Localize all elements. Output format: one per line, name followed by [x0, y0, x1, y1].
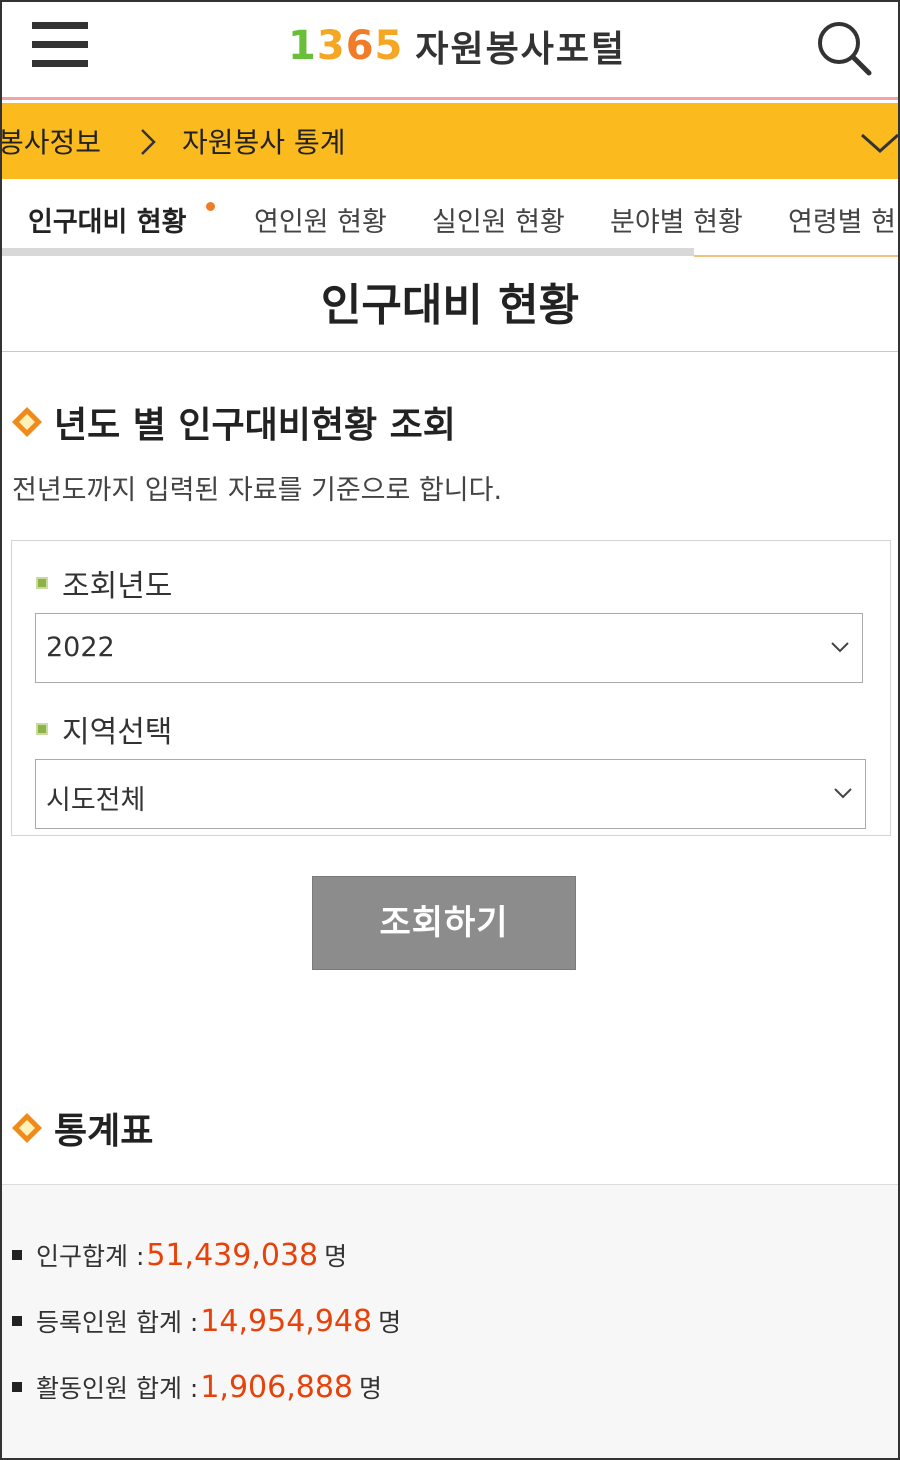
square-bullet-icon: [12, 1316, 22, 1326]
square-bullet-icon: [36, 723, 48, 735]
tab-scrollbar[interactable]: [0, 248, 694, 256]
year-select[interactable]: 2022: [35, 613, 863, 683]
stat-row-registered: 등록인원 합계 : 14,954,948 명: [12, 1303, 401, 1339]
stat-unit: 명: [378, 1308, 402, 1337]
stats-tab-bar: 인구대비 현황 연인원 현황 실인원 현황 분야별 현황 연령별 현: [0, 180, 900, 258]
chevron-down-icon: [834, 788, 852, 799]
region-select[interactable]: 시도전체: [35, 759, 866, 829]
search-submit-button[interactable]: 조회하기: [312, 876, 576, 970]
tab-actual-persons[interactable]: 실인원 현황: [432, 200, 565, 239]
stat-value: 14,954,948: [200, 1304, 373, 1339]
stat-label: 활동인원 합계 :: [36, 1374, 199, 1403]
square-bullet-icon: [36, 577, 48, 589]
breadcrumb-parent[interactable]: 봉사정보: [0, 121, 101, 161]
chevron-right-icon: [136, 127, 160, 157]
region-field-label: 지역선택: [36, 707, 172, 751]
top-header: 1365 자원봉사포털: [0, 0, 900, 100]
site-logo[interactable]: 1365 자원봉사포털: [288, 18, 626, 74]
stat-unit: 명: [324, 1242, 348, 1271]
tab-by-field[interactable]: 분야별 현황: [610, 200, 743, 239]
stat-unit: 명: [359, 1374, 383, 1403]
region-select-value: 시도전체: [46, 785, 146, 816]
square-bullet-icon: [12, 1250, 22, 1260]
active-tab-dot: [206, 202, 215, 211]
breadcrumb-current[interactable]: 자원봉사 통계: [182, 121, 345, 161]
stat-value: 1,906,888: [200, 1370, 354, 1405]
year-field-label: 조회년도: [36, 561, 172, 605]
tab-population-ratio[interactable]: 인구대비 현황: [28, 200, 186, 239]
stats-section-heading: 통계표: [10, 1102, 153, 1154]
tab-underline: [694, 255, 900, 257]
logo-number: 1365: [288, 23, 404, 69]
stat-row-active: 활동인원 합계 : 1,906,888 명: [12, 1369, 382, 1405]
tab-by-age[interactable]: 연령별 현: [788, 200, 896, 239]
page-title: 인구대비 현황: [0, 262, 900, 352]
breadcrumb: 봉사정보 자원봉사 통계: [0, 103, 900, 179]
stat-label: 인구합계 :: [36, 1242, 145, 1271]
year-select-value: 2022: [46, 632, 115, 663]
logo-text: 자원봉사포털: [415, 29, 627, 70]
diamond-bullet-icon: [12, 1113, 42, 1143]
tab-annual-persons[interactable]: 연인원 현황: [254, 200, 387, 239]
stat-value: 51,439,038: [146, 1238, 319, 1273]
stat-label: 등록인원 합계 :: [36, 1308, 199, 1337]
chevron-down-icon[interactable]: [858, 129, 899, 159]
query-heading-text: 년도 별 인구대비현황 조회: [54, 405, 456, 446]
chevron-down-icon: [831, 642, 849, 653]
square-bullet-icon: [12, 1382, 22, 1392]
stats-table: 인구합계 : 51,439,038 명 등록인원 합계 : 14,954,948…: [0, 1184, 900, 1460]
query-form: 조회년도 2022 지역선택 시도전체: [11, 540, 891, 836]
query-section-heading: 년도 별 인구대비현황 조회: [10, 396, 456, 448]
stat-row-population: 인구합계 : 51,439,038 명: [12, 1237, 347, 1273]
query-description: 전년도까지 입력된 자료를 기준으로 합니다.: [12, 475, 503, 506]
stats-heading-text: 통계표: [54, 1111, 154, 1152]
hamburger-menu-icon[interactable]: [32, 22, 88, 68]
search-icon[interactable]: [814, 18, 874, 78]
diamond-bullet-icon: [12, 407, 42, 437]
